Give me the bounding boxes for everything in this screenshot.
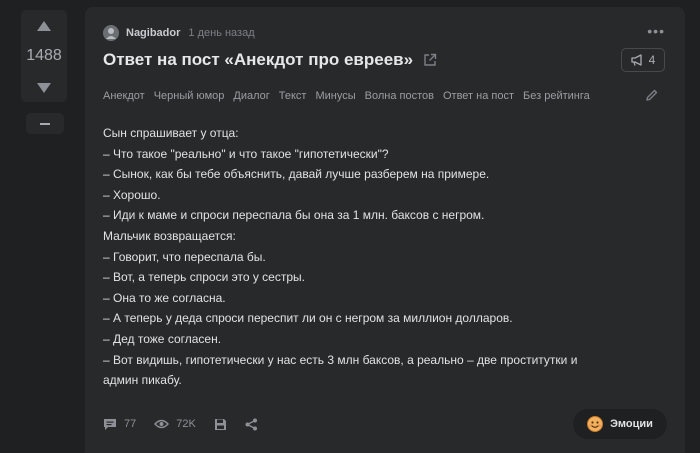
content-line: – Говорит, что переспала бы. [103, 249, 266, 264]
comments-button[interactable]: 77 [103, 418, 136, 431]
repost-count-button[interactable]: 4 [621, 48, 665, 72]
content-line: – Вот видишь, гипотетически у нас есть 3… [103, 352, 578, 367]
pencil-icon[interactable] [645, 88, 659, 102]
content-line: Сын спрашивает у отца: [103, 126, 239, 140]
content-line: админ пикабу. [103, 373, 182, 388]
repost-count: 4 [648, 53, 656, 67]
save-icon [214, 418, 226, 430]
more-options-icon[interactable]: ••• [647, 23, 665, 39]
emotions-button[interactable]: Эмоции [573, 409, 667, 439]
comment-icon [104, 418, 116, 430]
collapse-post-button[interactable] [26, 113, 64, 134]
content-line: Мальчик возвращается: [103, 228, 236, 243]
content-line: – Что такое "реально" и что такое "гипот… [103, 146, 389, 161]
content-line: – Иди к маме и спроси переспала бы она з… [103, 208, 485, 223]
downvote-arrow-icon[interactable] [37, 83, 51, 93]
avatar-image-icon [103, 25, 119, 41]
title-row: Ответ на пост «Анекдот про евреев» [103, 50, 437, 70]
page: 1488 Nagibador 1 день назад ••• Ответ на… [0, 0, 700, 453]
megaphone-icon [631, 54, 642, 66]
tag[interactable]: Минусы [315, 90, 355, 102]
comments-count: 77 [124, 418, 137, 430]
tag[interactable]: Без рейтинга [523, 90, 590, 102]
author-name[interactable]: Nagibador [126, 27, 180, 39]
share-button[interactable] [245, 418, 258, 431]
eye-icon [154, 419, 170, 429]
story-card: Nagibador 1 день назад ••• Ответ на пост… [85, 7, 685, 453]
tag[interactable]: Черный юмор [154, 90, 225, 102]
rating-box: 1488 [21, 10, 67, 102]
content-line: – Дед тоже согласен. [103, 331, 222, 346]
content-line: – Хорошо. [103, 187, 161, 202]
tag[interactable]: Диалог [233, 90, 269, 102]
tag[interactable]: Анекдот [103, 90, 145, 102]
tag[interactable]: Ответ на пост [443, 90, 514, 102]
content-line: – Сынок, как бы тебе объяснить, давай лу… [103, 167, 490, 182]
content-line: – Вот, а теперь спроси это у сестры. [103, 270, 305, 285]
post-title[interactable]: Ответ на пост «Анекдот про евреев» [103, 50, 413, 70]
save-button[interactable] [214, 418, 227, 431]
post-footer: 77 72K [103, 415, 276, 433]
views-count: 72K [176, 418, 196, 430]
emotions-label: Эмоции [610, 418, 653, 430]
share-icon [245, 418, 257, 430]
post-content: Сын спрашивает у отца: – Что такое "реал… [103, 123, 643, 391]
post-time: 1 день назад [188, 27, 255, 39]
tag[interactable]: Волна постов [365, 90, 434, 102]
content-line: – А теперь у деда спроси переспит ли он … [103, 311, 513, 326]
smiley-icon [587, 416, 604, 432]
rating-score: 1488 [26, 47, 62, 64]
tag[interactable]: Текст [279, 90, 307, 102]
tag-list: Анекдот Черный юмор Диалог Текст Минусы … [103, 90, 599, 102]
external-link-icon[interactable] [423, 53, 437, 67]
content-line: – Она то же согласна. [103, 290, 226, 305]
author-row: Nagibador 1 день назад [103, 24, 255, 42]
upvote-arrow-icon[interactable] [37, 21, 51, 31]
views-counter: 72K [154, 418, 196, 430]
avatar[interactable] [103, 25, 119, 41]
